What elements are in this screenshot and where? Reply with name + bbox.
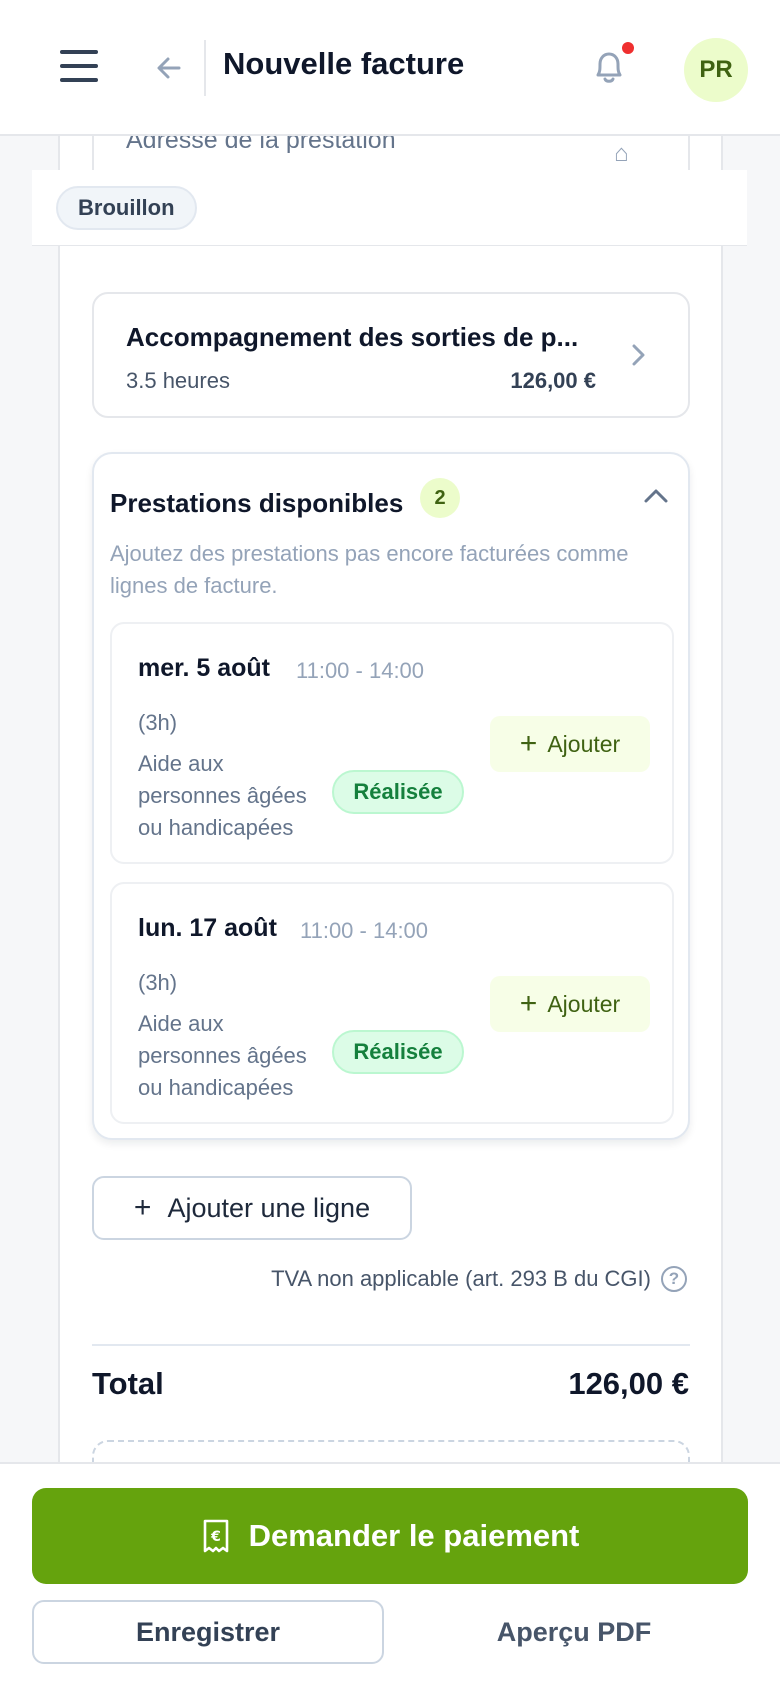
address-icon: ⌂ bbox=[614, 140, 629, 167]
save-button[interactable]: Enregistrer bbox=[32, 1600, 384, 1664]
chevron-up-icon[interactable] bbox=[642, 484, 670, 508]
total-divider bbox=[92, 1344, 690, 1346]
address-field-label: Adresse de la prestation bbox=[126, 136, 396, 154]
available-services-count: 2 bbox=[420, 478, 460, 518]
service-type: Aide aux personnes âgées ou handicapées bbox=[138, 1011, 307, 1100]
request-payment-button[interactable]: € Demander le paiement bbox=[32, 1488, 748, 1584]
service-date: mer. 5 août bbox=[138, 654, 270, 682]
add-line-label: Ajouter une ligne bbox=[167, 1192, 371, 1223]
status-badge-draft: Brouillon bbox=[56, 186, 197, 230]
pdf-preview-button[interactable]: Aperçu PDF bbox=[400, 1600, 748, 1664]
invoice-line-item[interactable]: Accompagnement des sorties de p... 3.5 h… bbox=[92, 292, 690, 418]
service-time: 11:00 - 14:00 bbox=[296, 658, 425, 683]
status-badge: Réalisée bbox=[332, 1030, 464, 1074]
line-item-amount: 126,00 € bbox=[510, 368, 596, 393]
line-item-title: Accompagnement des sorties de p... bbox=[126, 322, 579, 352]
service-date: lun. 17 août bbox=[138, 914, 277, 942]
available-services-title: Prestations disponibles bbox=[110, 488, 404, 518]
add-service-button[interactable]: + Ajouter bbox=[490, 716, 650, 772]
status-badge: Réalisée bbox=[332, 770, 464, 814]
available-services-description: Ajoutez des prestations pas encore factu… bbox=[110, 541, 629, 598]
add-line-button[interactable]: + Ajouter une ligne bbox=[92, 1176, 412, 1240]
svg-text:€: € bbox=[210, 1529, 221, 1545]
request-payment-label: Demander le paiement bbox=[248, 1518, 580, 1553]
header-divider bbox=[204, 40, 206, 96]
page-title: Nouvelle facture bbox=[223, 46, 465, 81]
plus-icon: + bbox=[519, 727, 538, 760]
dashed-dropzone bbox=[92, 1440, 690, 1462]
help-icon[interactable]: ? bbox=[661, 1266, 687, 1292]
avatar[interactable]: PR bbox=[684, 38, 748, 102]
tva-note: TVA non applicable (art. 293 B du CGI) ? bbox=[271, 1266, 687, 1292]
service-card: mer. 5 août 11:00 - 14:00 (3h) Aide aux … bbox=[110, 622, 674, 864]
service-duration: (3h) bbox=[138, 710, 178, 735]
service-time: 11:00 - 14:00 bbox=[300, 918, 429, 943]
plus-icon: + bbox=[133, 1191, 152, 1224]
service-type: Aide aux personnes âgées ou handicapées bbox=[138, 751, 307, 840]
invoice-form: Adresse de la prestation ⌂ Accompagnemen… bbox=[58, 136, 723, 1462]
app-header: Nouvelle facture PR bbox=[0, 0, 780, 136]
status-strip: Brouillon bbox=[32, 170, 747, 246]
total-label: Total bbox=[92, 1366, 164, 1401]
service-duration: (3h) bbox=[138, 970, 178, 995]
total-value: 126,00 € bbox=[568, 1366, 689, 1401]
available-services-panel: Prestations disponibles 2 Ajoutez des pr… bbox=[92, 452, 690, 1140]
menu-icon[interactable] bbox=[60, 48, 98, 82]
plus-icon: + bbox=[519, 987, 538, 1020]
tva-note-text: TVA non applicable (art. 293 B du CGI) bbox=[271, 1266, 651, 1291]
receipt-icon: € bbox=[203, 1519, 228, 1553]
add-service-label: Ajouter bbox=[547, 990, 621, 1017]
add-service-label: Ajouter bbox=[547, 730, 621, 757]
notification-dot bbox=[622, 42, 634, 54]
service-card: lun. 17 août 11:00 - 14:00 (3h) Aide aux… bbox=[110, 882, 674, 1124]
bottom-action-bar: € Demander le paiement Enregistrer Aperç… bbox=[0, 1462, 780, 1688]
line-item-quantity: 3.5 heures bbox=[126, 368, 230, 393]
add-service-button[interactable]: + Ajouter bbox=[490, 976, 650, 1032]
chevron-right-icon bbox=[632, 344, 645, 366]
back-arrow-icon[interactable] bbox=[153, 52, 185, 84]
